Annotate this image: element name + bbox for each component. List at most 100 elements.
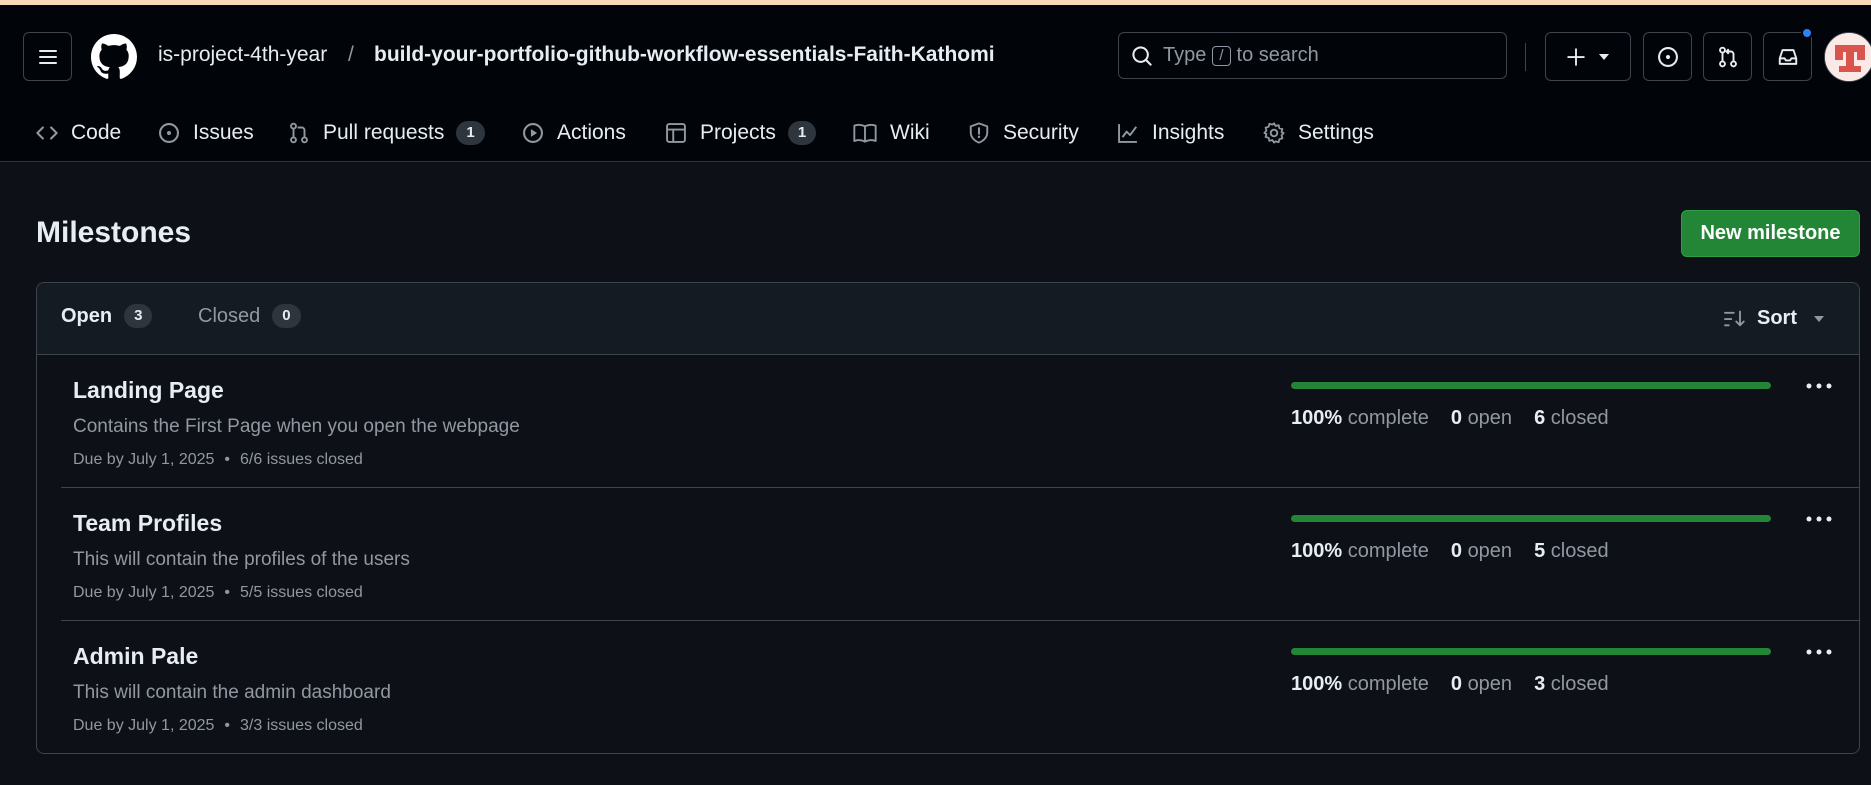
percent-complete: 100% [1291,540,1343,562]
graph-icon [1118,124,1138,143]
closed-issues-count[interactable]: 3 [1534,673,1545,695]
breadcrumb-owner[interactable]: is-project-4th-year [158,43,327,67]
tab-wiki-label: Wiki [890,121,930,144]
meta-separator: • [224,717,231,734]
avatar-image [1825,33,1871,81]
milestones-list: Open 3 Closed 0 Sort Landing Page Contai… [36,282,1860,754]
tab-code[interactable]: Code [36,113,121,153]
header-divider [1525,43,1526,71]
closed-label[interactable]: closed [1551,407,1609,429]
search-shortcut-key: / [1212,45,1231,66]
complete-label: complete [1347,407,1429,429]
table-icon [666,123,686,143]
play-icon [523,123,543,143]
milestone-issues: 6/6 issues closed [240,451,363,468]
your-issues-button[interactable] [1643,32,1692,81]
milestone-progress-bar [1291,515,1771,522]
tab-settings[interactable]: Settings [1263,113,1374,153]
your-pull-requests-button[interactable] [1703,32,1752,81]
meta-separator: • [224,451,231,468]
search-suffix: to search [1236,44,1319,66]
pull-request-icon [1718,46,1737,67]
user-avatar[interactable] [1824,32,1871,82]
milestone-menu-button[interactable] [1801,371,1837,401]
search-prefix: Type [1163,44,1207,66]
tab-security-label: Security [1003,121,1079,144]
milestone-title[interactable]: Admin Pale [73,643,198,670]
milestone-stats: 100% complete 0 open 5 closed [1291,540,1609,563]
tab-actions-label: Actions [557,121,626,144]
projects-count: 1 [787,121,817,145]
tab-projects[interactable]: Projects 1 [665,113,817,153]
milestone-progress-bar [1291,648,1771,655]
sort-dropdown[interactable]: Sort [1723,307,1825,330]
milestone-meta: Due by July 1, 2025 • 5/5 issues closed [73,584,363,602]
milestone-menu-button[interactable] [1801,637,1837,667]
create-new-button[interactable] [1545,32,1631,81]
percent-complete: 100% [1291,673,1343,695]
closed-label[interactable]: closed [1551,540,1609,562]
closed-issues-count[interactable]: 6 [1534,407,1545,429]
tab-wiki[interactable]: Wiki [853,113,930,153]
milestone-description: This will contain the profiles of the us… [73,549,410,570]
milestone-row: Team Profiles This will contain the prof… [61,488,1859,621]
notification-dot [1801,27,1813,39]
inbox-icon [1778,48,1797,65]
sort-icon [1724,310,1745,326]
inbox-button[interactable] [1763,32,1812,81]
milestone-issues: 3/3 issues closed [240,717,363,734]
milestone-due: Due by July 1, 2025 [73,584,215,601]
closed-filter[interactable]: Closed 0 [198,304,301,328]
new-milestone-button[interactable]: New milestone [1681,210,1860,257]
progress-fill [1291,382,1771,389]
milestone-menu-button[interactable] [1801,504,1837,534]
open-issues-count[interactable]: 0 [1451,407,1462,429]
tab-code-label: Code [71,121,122,144]
chevron-down-icon [1814,315,1824,322]
kebab-horizontal-icon [1806,649,1832,655]
kebab-horizontal-icon [1806,516,1832,522]
open-label[interactable]: open [1468,540,1513,562]
github-logo-icon[interactable] [91,34,137,80]
milestone-progress-bar [1291,382,1771,389]
tab-insights[interactable]: Insights [1117,113,1224,153]
tab-settings-label: Settings [1298,121,1374,144]
issue-icon [159,123,179,143]
repo-header: is-project-4th-year / build-your-portfol… [0,5,1871,162]
hamburger-icon [38,49,57,64]
milestone-issues: 5/5 issues closed [240,584,363,601]
tab-security[interactable]: Security [968,113,1079,153]
tab-projects-label: Projects [700,121,776,144]
sort-label: Sort [1757,307,1797,329]
breadcrumb-repo[interactable]: build-your-portfolio-github-workflow-ess… [374,43,995,67]
open-issues-count[interactable]: 0 [1451,673,1462,695]
meta-separator: • [224,584,231,601]
open-issues-count[interactable]: 0 [1451,540,1462,562]
milestone-due: Due by July 1, 2025 [73,451,215,468]
code-icon [36,126,58,140]
closed-label[interactable]: closed [1551,673,1609,695]
closed-issues-count[interactable]: 5 [1534,540,1545,562]
menu-button[interactable] [23,32,72,81]
search-input[interactable]: Type / to search [1118,32,1507,79]
open-label[interactable]: open [1468,673,1513,695]
milestone-title[interactable]: Team Profiles [73,510,222,537]
kebab-horizontal-icon [1806,383,1832,389]
milestone-title[interactable]: Landing Page [73,377,224,404]
milestone-description: Contains the First Page when you open th… [73,416,520,437]
milestone-stats: 100% complete 0 open 3 closed [1291,673,1609,696]
open-label[interactable]: open [1468,407,1513,429]
repo-nav: Code Issues Pull requests 1 Actions Proj… [0,105,1871,161]
milestone-due: Due by July 1, 2025 [73,717,215,734]
tab-issues[interactable]: Issues [158,113,254,153]
issue-icon [1657,46,1678,67]
tab-pull-requests[interactable]: Pull requests 1 [288,113,485,153]
pull-request-icon [290,122,308,144]
progress-fill [1291,515,1771,522]
gear-icon [1263,122,1285,144]
open-filter[interactable]: Open 3 [61,304,153,328]
open-count: 3 [124,304,153,328]
search-icon [1132,45,1152,66]
tab-actions[interactable]: Actions [522,113,626,153]
milestone-meta: Due by July 1, 2025 • 6/6 issues closed [73,451,363,469]
